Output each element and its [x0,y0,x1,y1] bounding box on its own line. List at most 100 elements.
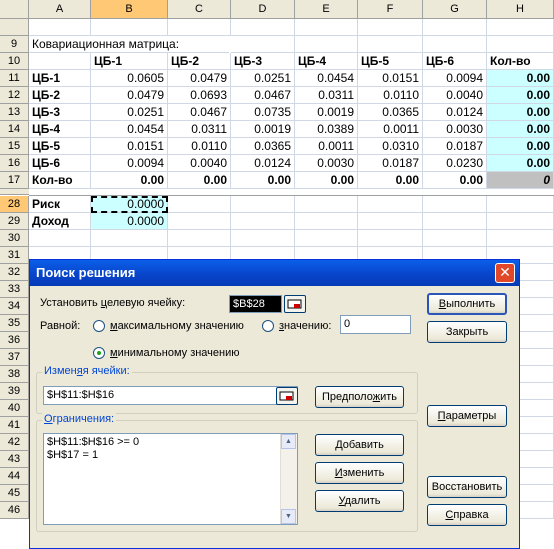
matrix-value[interactable]: 0.0110 [168,138,231,155]
matrix-value[interactable]: 0.0467 [231,87,295,104]
cell[interactable] [295,19,358,36]
quantity-cell[interactable]: 0.00 [487,70,554,87]
matrix-col-header[interactable]: ЦБ-6 [423,53,487,70]
target-ref-button[interactable] [284,295,306,313]
add-button[interactable]: Добавить [315,434,404,456]
matrix-value[interactable]: 0.0187 [358,155,423,172]
close-button[interactable]: Закрыть [427,321,507,343]
cell[interactable] [358,196,423,213]
matrix-value[interactable]: 0.0605 [91,70,168,87]
value-input[interactable]: 0 [340,315,411,334]
matrix-value[interactable]: 0.0151 [358,70,423,87]
income-label[interactable]: Доход [29,213,91,230]
row-header-37[interactable]: 37 [0,349,29,366]
total-row-label[interactable]: Кол-во [29,172,91,189]
cell[interactable] [231,196,295,213]
total-value[interactable]: 0.00 [231,172,295,189]
row-header-16[interactable]: 16 [0,155,29,172]
quantity-cell[interactable]: 0.00 [487,155,554,172]
column-header-f[interactable]: F [358,0,423,19]
radio-maximum-label[interactable]: максимальному значению [110,320,244,332]
matrix-value[interactable]: 0.0479 [168,70,231,87]
matrix-col-header[interactable]: Кол-во [487,53,554,70]
matrix-value[interactable]: 0.0110 [358,87,423,104]
cell[interactable] [295,196,358,213]
total-quantity-cell[interactable]: 0 [487,172,554,189]
matrix-col-header[interactable]: ЦБ-5 [358,53,423,70]
matrix-value[interactable]: 0.0365 [231,138,295,155]
matrix-value[interactable]: 0.0019 [231,121,295,138]
row-header-38[interactable]: 38 [0,366,29,383]
cell[interactable] [487,36,554,53]
row-header-11[interactable]: 11 [0,70,29,87]
radio-value[interactable] [262,320,274,332]
changing-ref-button[interactable] [276,387,298,405]
cell[interactable] [423,230,487,247]
cell[interactable] [231,36,295,53]
matrix-value[interactable]: 0.0693 [168,87,231,104]
matrix-value[interactable]: 0.0479 [91,87,168,104]
matrix-value[interactable]: 0.0030 [423,121,487,138]
scroll-down-icon[interactable]: ▼ [281,509,296,524]
matrix-value[interactable]: 0.0094 [91,155,168,172]
row-header-40[interactable]: 40 [0,400,29,417]
cell[interactable] [91,19,168,36]
matrix-col-header[interactable]: ЦБ-1 [91,53,168,70]
matrix-value[interactable]: 0.0011 [295,138,358,155]
matrix-value[interactable]: 0.0311 [168,121,231,138]
matrix-title[interactable]: Ковариационная матрица: [29,36,229,53]
matrix-value[interactable]: 0.0311 [295,87,358,104]
total-value[interactable]: 0.00 [295,172,358,189]
reset-button[interactable]: Восстановить [427,476,507,498]
matrix-value[interactable]: 0.0389 [295,121,358,138]
quantity-cell[interactable]: 0.00 [487,138,554,155]
matrix-row-label[interactable]: ЦБ-6 [29,155,91,172]
options-button[interactable]: Параметры [427,405,507,427]
cell[interactable] [231,19,295,36]
cell[interactable] [295,36,358,53]
row-header-43[interactable]: 43 [0,451,29,468]
column-header-g[interactable]: G [423,0,487,19]
row-header-15[interactable]: 15 [0,138,29,155]
row-header-31[interactable]: 31 [0,247,29,264]
matrix-row-label[interactable]: ЦБ-3 [29,104,91,121]
income-value-cell[interactable]: 0.0000 [91,213,168,230]
row-header-30[interactable]: 30 [0,230,29,247]
cell[interactable] [29,53,91,70]
column-header-e[interactable]: E [295,0,358,19]
matrix-row-label[interactable]: ЦБ-5 [29,138,91,155]
cell[interactable] [295,230,358,247]
matrix-value[interactable]: 0.0019 [295,104,358,121]
matrix-row-label[interactable]: ЦБ-1 [29,70,91,87]
row-header-45[interactable]: 45 [0,485,29,502]
quantity-cell[interactable]: 0.00 [487,121,554,138]
row-header-36[interactable]: 36 [0,332,29,349]
total-value[interactable]: 0.00 [91,172,168,189]
row-header-42[interactable]: 42 [0,434,29,451]
column-header-a[interactable]: A [29,0,91,19]
row-header-44[interactable]: 44 [0,468,29,485]
cell[interactable] [231,230,295,247]
help-button[interactable]: Справка [427,504,507,526]
matrix-value[interactable]: 0.0735 [231,104,295,121]
scroll-up-icon[interactable]: ▲ [281,434,296,449]
matrix-value[interactable]: 0.0040 [423,87,487,104]
total-value[interactable]: 0.00 [358,172,423,189]
close-icon[interactable]: ✕ [495,263,515,283]
row-header-32[interactable]: 32 [0,264,29,281]
solve-button[interactable]: Выполнить [427,293,507,315]
cell[interactable] [487,230,554,247]
cell[interactable] [29,230,91,247]
risk-label[interactable]: Риск [29,196,91,213]
matrix-value[interactable]: 0.0251 [91,104,168,121]
matrix-value[interactable]: 0.0094 [423,70,487,87]
row-header-13[interactable]: 13 [0,104,29,121]
cell[interactable] [168,196,231,213]
matrix-value[interactable]: 0.0454 [295,70,358,87]
cell[interactable] [423,36,487,53]
quantity-cell[interactable]: 0.00 [487,104,554,121]
cell[interactable] [91,230,168,247]
cell[interactable] [168,230,231,247]
row-header-28[interactable]: 28 [0,196,29,213]
cell[interactable] [295,213,358,230]
